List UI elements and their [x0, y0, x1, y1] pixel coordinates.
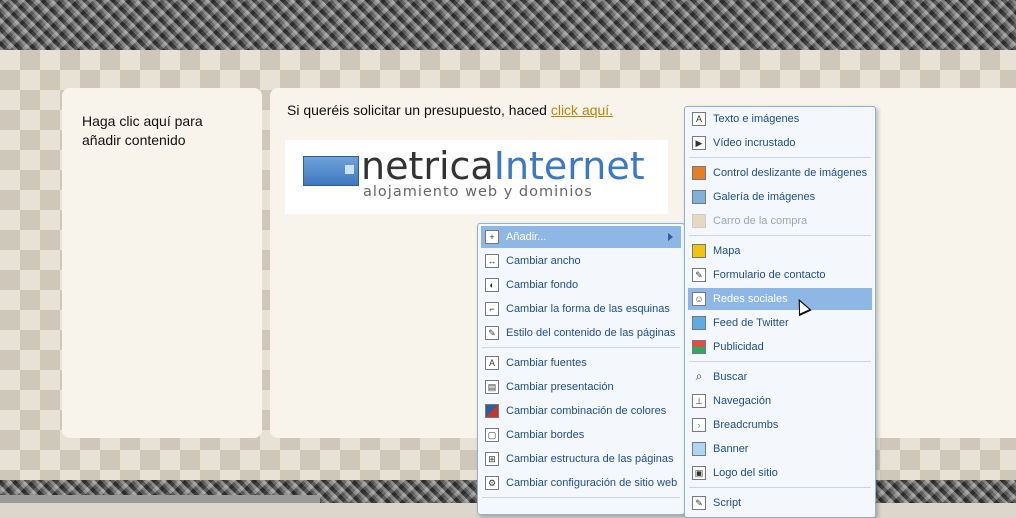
menu-item-change-structure[interactable]: ⊞ Cambiar estructura de las páginas	[481, 448, 681, 470]
gallery-icon	[692, 190, 706, 204]
submenu-item-ads[interactable]: Publicidad	[688, 336, 872, 358]
header-metal-strip	[0, 0, 1016, 50]
submenu-item-gallery[interactable]: Galería de imágenes	[688, 186, 872, 208]
add-content-placeholder[interactable]: Haga clic aquí para añadir contenido	[82, 112, 242, 150]
submenu-item-navigation[interactable]: ⊥ Navegación	[688, 390, 872, 412]
menu-separator	[689, 157, 871, 158]
submenu-item-twitter[interactable]: Feed de Twitter	[688, 312, 872, 334]
search-icon: ⌕	[695, 369, 703, 383]
content-style-icon: ✎	[485, 326, 499, 340]
quote-link[interactable]: click aquí.	[551, 102, 613, 118]
left-column[interactable]: Haga clic aquí para añadir contenido	[62, 88, 262, 438]
structure-icon: ⊞	[485, 452, 499, 466]
menu-item-change-width[interactable]: ↔ Cambiar ancho	[481, 250, 681, 272]
menu-item-content-style[interactable]: ✎ Estilo del contenido de las páginas	[481, 322, 681, 344]
banner-icon	[692, 442, 706, 456]
submenu-item-search[interactable]: ⌕ Buscar	[688, 366, 872, 388]
corners-icon: ⌐	[485, 302, 499, 316]
navigation-icon: ⊥	[692, 394, 706, 408]
social-icon: ☺	[692, 292, 706, 306]
menu-item-change-corners[interactable]: ⌐ Cambiar la forma de las esquinas	[481, 298, 681, 320]
width-icon: ↔	[485, 254, 499, 268]
submenu-item-contact-form[interactable]: ✎ Formulario de contacto	[688, 264, 872, 286]
menu-separator	[689, 361, 871, 362]
form-icon: ✎	[692, 268, 706, 282]
ads-icon	[692, 340, 706, 354]
submenu-item-cart[interactable]: Carro de la compra	[688, 210, 872, 232]
map-icon	[692, 244, 706, 258]
text-image-icon: A	[692, 112, 706, 126]
logo-name-part1: netrica	[361, 144, 494, 188]
menu-item-add[interactable]: + Añadir...	[481, 226, 681, 248]
submenu-item-video[interactable]: ▶ Vídeo incrustado	[688, 132, 872, 154]
colors-icon	[485, 404, 499, 418]
context-menu: + Añadir... ↔ Cambiar ancho ◐ Cambiar fondo…	[477, 223, 685, 515]
menu-separator	[482, 497, 680, 498]
borders-icon: ▢	[485, 428, 499, 442]
submenu-item-image-slider[interactable]: Control deslizante de imágenes	[688, 162, 872, 184]
submenu-item-breadcrumbs[interactable]: › Breadcrumbs	[688, 414, 872, 436]
intro-paragraph: Si queréis solicitar un presupuesto, hac…	[287, 102, 613, 118]
menu-item-change-colors[interactable]: Cambiar combinación de colores	[481, 400, 681, 422]
breadcrumbs-icon: ›	[692, 418, 706, 432]
add-icon: +	[485, 230, 499, 244]
add-submenu: A Texto e imágenes ▶ Vídeo incrustado Cont…	[684, 106, 876, 518]
site-settings-icon: ⚙	[485, 476, 499, 490]
menu-item-change-background[interactable]: ◐ Cambiar fondo	[481, 274, 681, 296]
twitter-icon	[692, 316, 706, 330]
submenu-item-text-images[interactable]: A Texto e imágenes	[688, 108, 872, 130]
logo-name-part2: Internet	[493, 144, 645, 188]
logo-wordmark: netricaInternet	[361, 146, 645, 186]
submenu-item-map[interactable]: Mapa	[688, 240, 872, 262]
logo-tagline: alojamiento web y dominios	[363, 184, 593, 200]
submenu-item-site-logo[interactable]: ▣ Logo del sitio	[688, 462, 872, 484]
logo-icon: ▣	[692, 466, 706, 480]
submenu-arrow-icon	[668, 233, 673, 241]
script-icon: ✎	[692, 496, 706, 510]
fonts-icon: A	[485, 356, 499, 370]
menu-item-change-fonts[interactable]: A Cambiar fuentes	[481, 352, 681, 374]
site-logo[interactable]: netricaInternet alojamiento web y domini…	[285, 140, 668, 214]
video-icon: ▶	[692, 136, 706, 150]
horizontal-scrollbar[interactable]	[0, 495, 320, 503]
submenu-item-banner[interactable]: Banner	[688, 438, 872, 460]
slider-icon	[692, 166, 706, 180]
cart-icon	[692, 214, 706, 228]
logo-mark-icon	[303, 156, 359, 186]
background-icon: ◐	[485, 278, 499, 292]
submenu-item-social[interactable]: ☺ Redes sociales	[688, 288, 872, 310]
submenu-item-script[interactable]: ✎ Script	[688, 492, 872, 514]
menu-separator	[689, 487, 871, 488]
menu-item-site-settings[interactable]: ⚙ Cambiar configuración de sitio web	[481, 472, 681, 494]
menu-separator	[482, 347, 680, 348]
menu-item-change-borders[interactable]: ▢ Cambiar bordes	[481, 424, 681, 446]
menu-separator	[689, 235, 871, 236]
menu-item-change-presentation[interactable]: ▤ Cambiar presentación	[481, 376, 681, 398]
intro-text: Si queréis solicitar un presupuesto, hac…	[287, 102, 551, 118]
presentation-icon: ▤	[485, 380, 499, 394]
